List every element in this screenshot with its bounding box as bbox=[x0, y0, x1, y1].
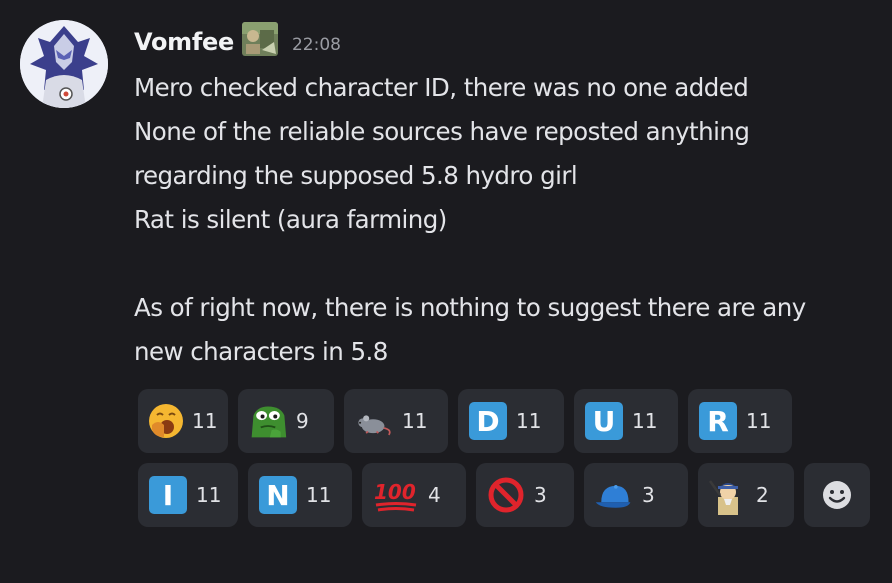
reaction-custom-character[interactable]: 2 bbox=[698, 463, 794, 527]
regional-letter: U bbox=[585, 402, 623, 440]
reaction-blue-cap[interactable]: 3 bbox=[584, 463, 688, 527]
reaction-count: 11 bbox=[192, 409, 218, 433]
blue-cap-icon bbox=[594, 475, 634, 515]
message-line: new characters in 5.8 bbox=[134, 337, 388, 366]
message-timestamp: 22:08 bbox=[291, 35, 341, 55]
reaction-hundred-points[interactable]: 100 4 bbox=[362, 463, 466, 527]
reaction-count: 11 bbox=[632, 409, 658, 433]
user-avatar[interactable] bbox=[20, 20, 108, 108]
username[interactable]: Vomfee bbox=[134, 28, 234, 56]
message-header: Vomfee 22:08 bbox=[134, 22, 341, 60]
hundred-text: 100 bbox=[374, 480, 416, 504]
regional-indicator-r-icon: R bbox=[698, 401, 738, 441]
regional-letter: N bbox=[259, 476, 297, 514]
avatar-image bbox=[20, 20, 108, 108]
reaction-count: 3 bbox=[534, 483, 547, 507]
reaction-rat[interactable]: 11 bbox=[344, 389, 448, 453]
reaction-count: 9 bbox=[296, 409, 309, 433]
reaction-count: 3 bbox=[642, 483, 655, 507]
reactions-bar: 11 9 11 D 11 U 11 R 11 I 11 N 11 100 4 3… bbox=[138, 389, 878, 537]
reactions-row: I 11 N 11 100 4 3 3 2 bbox=[138, 463, 878, 527]
reaction-yawning-face[interactable]: 11 bbox=[138, 389, 228, 453]
no-entry-sign-icon bbox=[486, 475, 526, 515]
reaction-count: 11 bbox=[516, 409, 542, 433]
regional-indicator-d-icon: D bbox=[468, 401, 508, 441]
reaction-count: 11 bbox=[402, 409, 428, 433]
reaction-count: 11 bbox=[746, 409, 772, 433]
rat-icon bbox=[354, 401, 394, 441]
regional-letter: I bbox=[149, 476, 187, 514]
message-content: Mero checked character ID, there was no … bbox=[134, 66, 874, 374]
reaction-regional-r[interactable]: R 11 bbox=[688, 389, 792, 453]
reaction-regional-i[interactable]: I 11 bbox=[138, 463, 238, 527]
reaction-count: 4 bbox=[428, 483, 441, 507]
reaction-no-entry[interactable]: 3 bbox=[476, 463, 574, 527]
hundred-points-icon: 100 bbox=[372, 475, 420, 515]
regional-letter: D bbox=[469, 402, 507, 440]
reaction-pepe-frog[interactable]: 9 bbox=[238, 389, 334, 453]
reaction-count: 11 bbox=[306, 483, 332, 507]
message-line: Rat is silent (aura farming) bbox=[134, 205, 447, 234]
chat-message: Vomfee 22:08 Mero checked character ID, … bbox=[0, 0, 892, 583]
message-line: Mero checked character ID, there was no … bbox=[134, 73, 749, 102]
message-line: As of right now, there is nothing to sug… bbox=[134, 293, 806, 322]
yawning-face-icon bbox=[148, 401, 184, 441]
reaction-count: 2 bbox=[756, 483, 769, 507]
reaction-regional-u[interactable]: U 11 bbox=[574, 389, 678, 453]
regional-letter: R bbox=[699, 402, 737, 440]
role-badge-icon bbox=[241, 22, 278, 56]
message-line: None of the reliable sources have repost… bbox=[134, 117, 750, 146]
regional-indicator-u-icon: U bbox=[584, 401, 624, 441]
reaction-count: 11 bbox=[196, 483, 222, 507]
add-reaction-smiley-icon bbox=[817, 475, 857, 515]
regional-indicator-i-icon: I bbox=[148, 475, 188, 515]
custom-character-icon bbox=[708, 475, 748, 515]
pepe-frog-icon bbox=[248, 401, 288, 441]
message-line: regarding the supposed 5.8 hydro girl bbox=[134, 161, 578, 190]
reactions-row: 11 9 11 D 11 U 11 R 11 bbox=[138, 389, 878, 453]
reaction-regional-d[interactable]: D 11 bbox=[458, 389, 564, 453]
reaction-regional-n[interactable]: N 11 bbox=[248, 463, 352, 527]
regional-indicator-n-icon: N bbox=[258, 475, 298, 515]
add-reaction-button[interactable] bbox=[804, 463, 870, 527]
